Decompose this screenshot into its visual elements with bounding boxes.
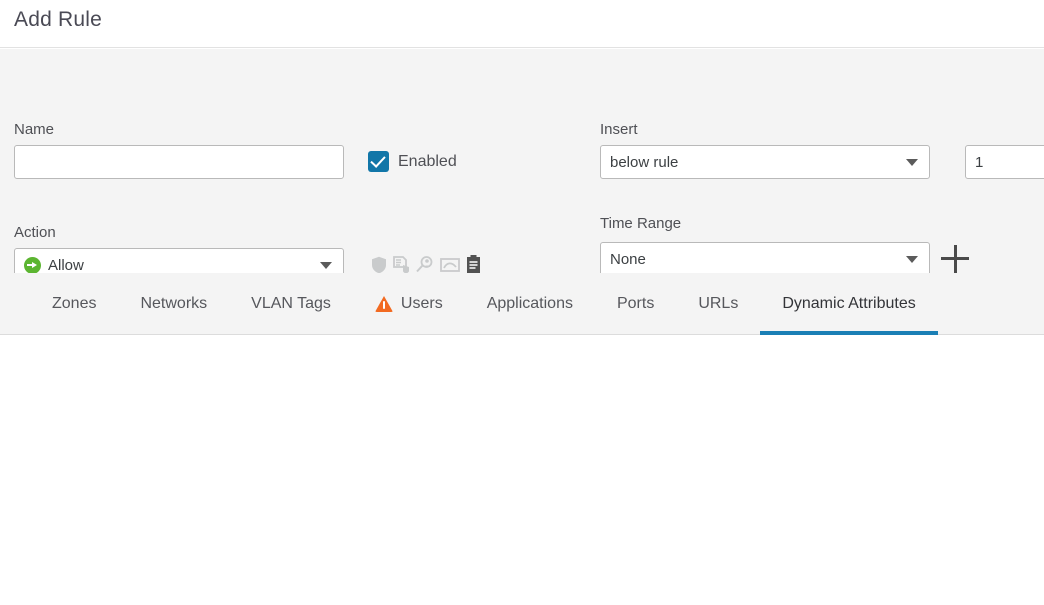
tab-urls[interactable]: URLs xyxy=(676,273,760,335)
name-input[interactable] xyxy=(14,145,344,179)
tab-label: Networks xyxy=(140,295,208,312)
rule-tabs: Zones Networks VLAN Tags Users Applications P… xyxy=(30,273,939,335)
enabled-label: Enabled xyxy=(398,152,457,170)
identity-policy-icon[interactable] xyxy=(416,255,434,274)
dialog-titlebar: Add Rule xyxy=(0,0,1044,48)
variable-set-icon[interactable] xyxy=(440,257,460,273)
insert-select-value: below rule xyxy=(610,153,679,171)
tab-label: Ports xyxy=(616,295,655,312)
tab-label: Zones xyxy=(52,295,97,312)
policy-icons-group xyxy=(371,255,481,274)
name-label: Name xyxy=(14,121,55,138)
insert-position-input[interactable] xyxy=(965,145,1044,179)
tab-dynamic-attributes[interactable]: Dynamic Attributes xyxy=(760,273,939,335)
action-label: Action xyxy=(14,224,56,241)
tab-label: Applications xyxy=(486,295,573,312)
time-range-select[interactable]: None xyxy=(600,242,930,276)
time-range-label: Time Range xyxy=(600,215,682,232)
chevron-down-icon xyxy=(906,159,918,166)
tab-vlan-tags[interactable]: VLAN Tags xyxy=(229,273,353,335)
action-select-value: Allow xyxy=(48,256,84,274)
tab-ports[interactable]: Ports xyxy=(595,273,676,335)
time-range-select-value: None xyxy=(610,250,646,268)
enabled-checkbox-group[interactable]: Enabled xyxy=(368,151,457,172)
logging-clipboard-icon[interactable] xyxy=(466,255,481,274)
plus-icon[interactable] xyxy=(941,245,969,273)
rule-properties-panel: Name Enabled Action Allow Insert below r… xyxy=(0,49,1044,282)
tab-label: VLAN Tags xyxy=(251,295,331,312)
insert-label: Insert xyxy=(600,121,638,138)
insert-select[interactable]: below rule xyxy=(600,145,930,179)
warning-triangle-icon xyxy=(374,296,393,312)
tab-label: URLs xyxy=(698,295,739,312)
page-title: Add Rule xyxy=(14,8,102,31)
rule-tabs-bar: Zones Networks VLAN Tags Users Applications P… xyxy=(0,273,1044,335)
chevron-down-icon xyxy=(320,262,332,269)
intrusion-policy-shield-icon[interactable] xyxy=(371,256,387,274)
tab-users[interactable]: Users xyxy=(353,273,465,335)
chevron-down-icon xyxy=(906,256,918,263)
tab-applications[interactable]: Applications xyxy=(465,273,595,335)
file-policy-icon[interactable] xyxy=(393,255,410,274)
tab-networks[interactable]: Networks xyxy=(118,273,229,335)
allow-arrow-icon xyxy=(24,256,41,274)
enabled-checkbox[interactable] xyxy=(368,151,389,172)
dynamic-attributes-pane: Available Attributes Search by name or v… xyxy=(0,335,1044,605)
tab-label: Dynamic Attributes xyxy=(782,295,916,312)
tab-zones[interactable]: Zones xyxy=(30,273,118,335)
tab-label: Users xyxy=(400,295,443,312)
add-rule-dialog: Add Rule Name Enabled Action Allow Inser… xyxy=(0,0,1044,605)
